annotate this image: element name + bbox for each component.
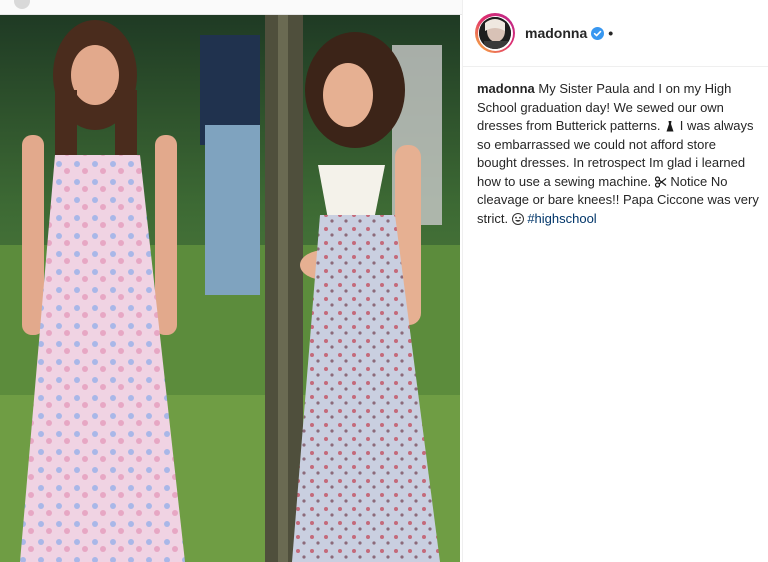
hashtag-link[interactable]: #highschool [527,211,596,226]
username[interactable]: madonna [525,25,587,41]
more-indicator: • [608,25,614,41]
post-sidebar: madonna • madonna My Sister Paula and I … [462,0,768,562]
post-photo[interactable] [0,15,460,562]
avatar-image [479,17,511,49]
top-strip [0,0,462,15]
dress-emoji-icon [666,121,674,132]
photo-illustration [0,15,460,562]
verified-badge-icon [591,26,605,40]
post-header: madonna • [463,0,768,67]
avatar[interactable] [475,13,515,53]
post-caption: madonna My Sister Paula and I on my High… [477,80,759,228]
grin-emoji-icon [511,212,524,225]
caption-username[interactable]: madonna [477,81,535,96]
cropped-avatar-icon [14,0,30,9]
scissors-emoji-icon [654,175,667,188]
